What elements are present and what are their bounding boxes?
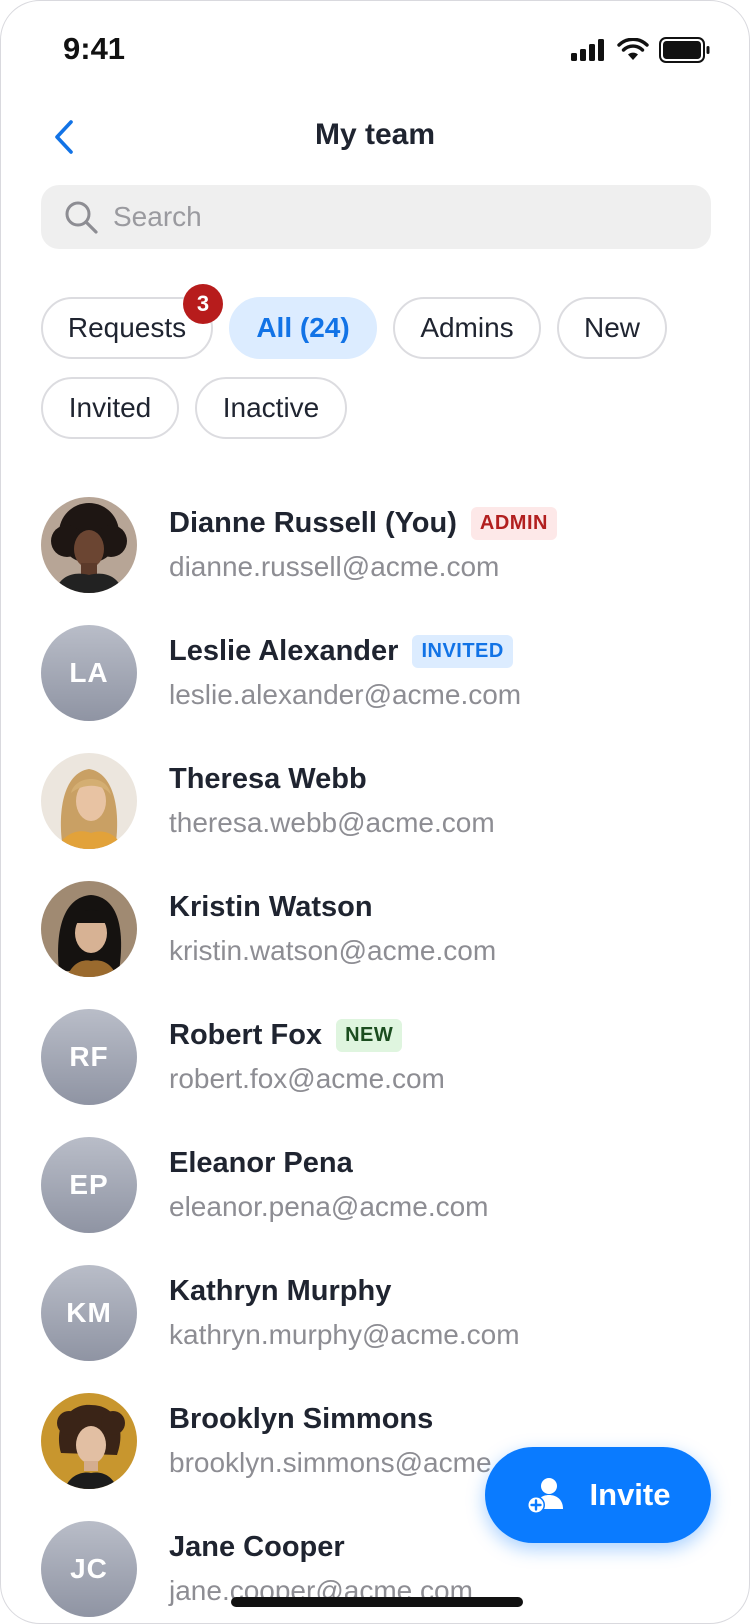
filter-chip-admins[interactable]: Admins [393, 297, 541, 359]
invite-button-label: Invite [589, 1477, 671, 1512]
wifi-icon [617, 38, 649, 60]
chip-label: Requests [67, 312, 187, 343]
avatar-initials: EP [41, 1137, 137, 1233]
role-badge-admin: ADMIN [470, 507, 557, 540]
avatar-initials: KM [41, 1265, 137, 1361]
member-row[interactable]: KM Kathryn Murphy kathryn.murphy@acme.co… [41, 1265, 721, 1365]
phone-screen: 9:41 My team Search Requests 3 All (24) … [0, 0, 750, 1624]
member-name: Eleanor Pena [169, 1147, 353, 1179]
name-line: Eleanor Pena [169, 1147, 353, 1180]
member-name: Kristin Watson [169, 891, 373, 923]
name-line: Robert Fox NEW [169, 1019, 403, 1052]
member-name: Theresa Webb [169, 763, 367, 795]
member-row[interactable]: LA Leslie Alexander INVITED leslie.alexa… [41, 625, 721, 725]
member-email: theresa.webb@acme.com [169, 807, 495, 838]
name-line: Kathryn Murphy [169, 1275, 391, 1308]
member-email: kathryn.murphy@acme.com [169, 1319, 520, 1350]
member-name: Leslie Alexander [169, 635, 399, 667]
avatar-photo [41, 1393, 137, 1489]
avatar-initials: JC [41, 1521, 137, 1617]
status-badge-invited: INVITED [412, 635, 513, 668]
member-row[interactable]: Dianne Russell (You) ADMIN dianne.russel… [41, 497, 721, 597]
filter-chip-invited[interactable]: Invited [41, 377, 179, 439]
member-name: Jane Cooper [169, 1531, 345, 1563]
member-email: dianne.russell@acme.com [169, 551, 500, 582]
name-line: Dianne Russell (You) ADMIN [169, 507, 557, 540]
filter-chip-inactive[interactable]: Inactive [195, 377, 347, 439]
member-row[interactable]: Kristin Watson kristin.watson@acme.com [41, 881, 721, 981]
status-badge-new: NEW [336, 1019, 403, 1052]
member-name: Dianne Russell (You) [169, 507, 457, 539]
page-title: My team [314, 118, 436, 151]
name-line: Leslie Alexander INVITED [169, 635, 513, 668]
filter-chip-all[interactable]: All (24) [229, 297, 377, 359]
status-time: 9:41 [63, 31, 126, 66]
avatar-initials: RF [41, 1009, 137, 1105]
home-indicator [231, 1597, 523, 1607]
avatar-photo [41, 753, 137, 849]
filter-chip-new[interactable]: New [557, 297, 667, 359]
avatar-photo [41, 497, 137, 593]
chip-label: Invited [68, 392, 152, 423]
battery-icon [659, 37, 710, 63]
member-name: Robert Fox [169, 1019, 323, 1051]
status-icons [571, 37, 711, 63]
chip-label: All (24) [256, 312, 350, 343]
invite-button[interactable]: Invite [485, 1447, 711, 1543]
search-bar[interactable] [41, 185, 711, 249]
member-row[interactable]: EP Eleanor Pena eleanor.pena@acme.com [41, 1137, 721, 1237]
member-email: kristin.watson@acme.com [169, 935, 497, 966]
add-person-icon [526, 1478, 563, 1514]
member-email: leslie.alexander@acme.com [169, 679, 522, 710]
member-email: robert.fox@acme.com [169, 1063, 445, 1094]
cellular-signal-icon [571, 39, 604, 61]
member-row[interactable]: RF Robert Fox NEW robert.fox@acme.com [41, 1009, 721, 1109]
member-row[interactable]: Theresa Webb theresa.webb@acme.com [41, 753, 721, 853]
name-line: Kristin Watson [169, 891, 373, 924]
chip-label: Inactive [222, 392, 320, 423]
member-name: Brooklyn Simmons [169, 1403, 434, 1435]
chip-label: New [583, 312, 640, 343]
search-input[interactable] [111, 200, 675, 234]
member-email: eleanor.pena@acme.com [169, 1191, 489, 1222]
name-line: Theresa Webb [169, 763, 367, 796]
name-line: Jane Cooper [169, 1531, 345, 1564]
search-icon [63, 199, 99, 235]
avatar-initials: LA [41, 625, 137, 721]
name-line: Brooklyn Simmons [169, 1403, 433, 1436]
member-name: Kathryn Murphy [169, 1275, 392, 1307]
chip-label: Admins [420, 312, 514, 343]
avatar-photo [41, 881, 137, 977]
requests-count-badge: 3 [183, 284, 223, 324]
